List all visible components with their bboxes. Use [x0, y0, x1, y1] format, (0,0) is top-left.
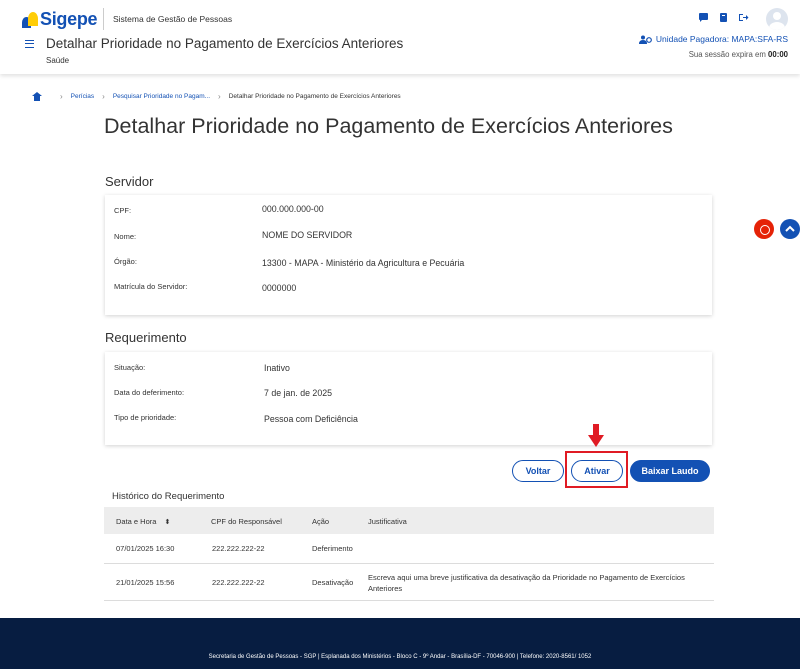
red-arrow-annotation	[588, 424, 604, 448]
unidade-pagadora-text: Unidade Pagadora: MAPA:SFA-RS	[655, 34, 788, 44]
baixar-laudo-button[interactable]: Baixar Laudo	[630, 460, 710, 482]
historico-title: Histórico do Requerimento	[112, 491, 225, 502]
breadcrumb: › Perícias › Pesquisar Prioridade no Pag…	[32, 92, 401, 101]
situacao-label: Situação:	[114, 363, 146, 372]
sigepe-logo[interactable]: Sigepe	[22, 9, 98, 30]
requerimento-section-title: Requerimento	[105, 330, 187, 345]
app-header: Sigepe Sistema de Gestão de Pessoas Deta…	[0, 0, 800, 74]
row-data: 07/01/2025 16:30	[116, 544, 175, 553]
matricula-value: 0000000	[262, 283, 297, 293]
row-cpf: 222.222.222-22	[212, 578, 265, 587]
servidor-section-title: Servidor	[105, 174, 154, 189]
data-deferimento-label: Data do deferimento:	[114, 388, 185, 397]
ativar-button[interactable]: Ativar	[571, 460, 623, 482]
sort-icon[interactable]: ⬍	[165, 519, 171, 526]
row-data: 21/01/2025 15:56	[116, 578, 175, 587]
logout-icon[interactable]	[738, 12, 749, 23]
page-title: Detalhar Prioridade no Pagamento de Exer…	[104, 114, 673, 138]
chevron-right-icon: ›	[218, 92, 221, 101]
row-justificativa-line1: Escreva aqui uma breve justificativa da …	[368, 573, 685, 582]
session-time: 00:00	[768, 50, 788, 59]
row-acao: Deferimento	[312, 544, 353, 553]
scroll-top-button[interactable]	[780, 219, 800, 239]
matricula-label: Matrícula do Servidor:	[114, 282, 188, 291]
row-justificativa-line2: Anteriores	[368, 584, 403, 593]
orgao-value: 13300 - MAPA - Ministério da Agricultura…	[262, 258, 465, 268]
row-divider	[104, 563, 714, 564]
data-deferimento-value: 7 de jan. de 2025	[264, 388, 332, 398]
accessibility-button[interactable]	[754, 219, 774, 239]
col-acao: Ação	[312, 517, 330, 526]
logo-divider	[103, 8, 104, 30]
nome-label: Nome:	[114, 232, 137, 241]
orgao-label: Órgão:	[114, 257, 137, 266]
row-cpf: 222.222.222-22	[212, 544, 265, 553]
logo-mark-icon	[22, 11, 38, 28]
header-page-title: Detalhar Prioridade no Pagamento de Exer…	[46, 36, 404, 51]
header-page-subtitle: Saúde	[46, 56, 70, 65]
book-icon[interactable]	[718, 12, 729, 23]
col-data-hora[interactable]: Data e Hora ⬍	[116, 517, 170, 526]
chevron-right-icon: ›	[60, 92, 63, 101]
session-timer: Sua sessão expira em 00:00	[689, 50, 788, 59]
situacao-value: Inativo	[264, 363, 290, 373]
home-icon[interactable]	[32, 92, 42, 101]
requerimento-card: Situação: Inativo Data do deferimento: 7…	[105, 352, 712, 445]
footer: Secretaria de Gestão de Pessoas - SGP | …	[0, 618, 800, 669]
cpf-value: 000.000.000-00	[262, 204, 324, 214]
row-acao: Desativação	[312, 578, 354, 587]
footer-address: Secretaria de Gestão de Pessoas - SGP | …	[208, 654, 592, 660]
chevron-right-icon: ›	[102, 92, 105, 101]
hamburger-menu-icon[interactable]	[25, 40, 34, 48]
breadcrumb-current: Detalhar Prioridade no Pagamento de Exer…	[228, 93, 401, 100]
system-name: Sistema de Gestão de Pessoas	[113, 14, 233, 24]
nome-value: NOME DO SERVIDOR	[262, 230, 353, 240]
logo-text: Sigepe	[40, 9, 98, 29]
breadcrumb-pesquisar[interactable]: Pesquisar Prioridade no Pagam...	[113, 93, 210, 100]
user-avatar[interactable]	[766, 8, 788, 30]
breadcrumb-pericias[interactable]: Perícias	[71, 93, 94, 100]
voltar-button[interactable]: Voltar	[512, 460, 564, 482]
tipo-prioridade-value: Pessoa com Deficiência	[264, 414, 358, 424]
col-cpf: CPF do Responsável	[211, 517, 282, 526]
header-actions	[698, 12, 749, 23]
table-header: Data e Hora ⬍ CPF do Responsável Ação Ju…	[104, 507, 714, 534]
session-label: Sua sessão expira em	[688, 50, 766, 59]
servidor-card: CPF: 000.000.000-00 Nome: NOME DO SERVID…	[105, 195, 712, 315]
users-gear-icon	[638, 35, 652, 44]
col-justificativa: Justificativa	[368, 517, 407, 526]
cpf-label: CPF:	[114, 206, 132, 215]
chat-icon[interactable]	[698, 12, 709, 23]
col-data-hora-label: Data e Hora	[116, 517, 157, 526]
row-divider	[104, 600, 714, 601]
chevron-up-icon	[785, 225, 795, 232]
tipo-prioridade-label: Tipo de prioridade:	[114, 413, 177, 422]
unidade-pagadora-link[interactable]: Unidade Pagadora: MAPA:SFA-RS	[638, 34, 788, 44]
